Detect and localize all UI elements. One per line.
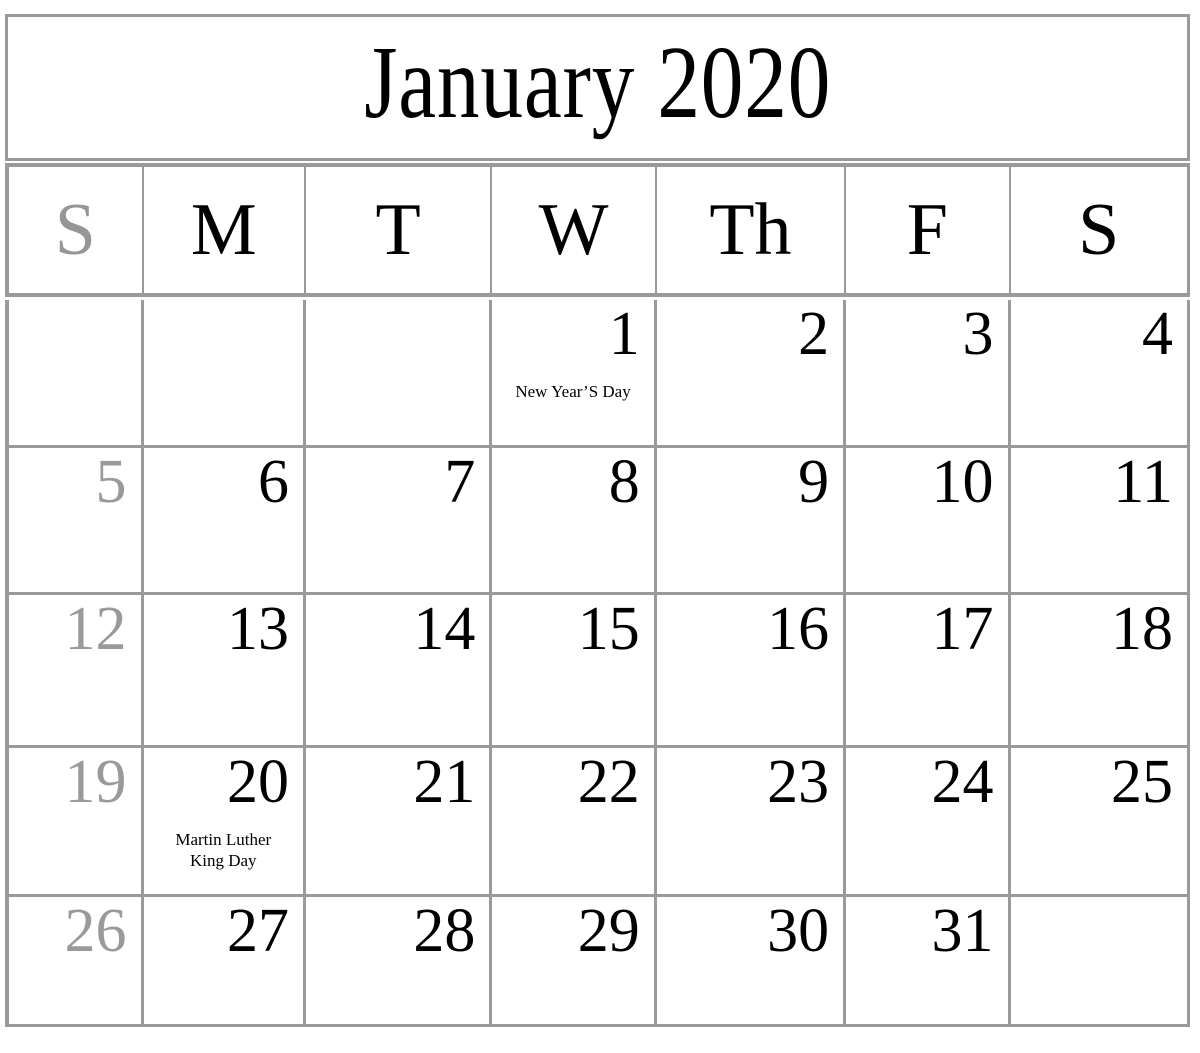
day-number: 17 [931, 595, 994, 663]
day-cell-10[interactable]: 10 [846, 448, 1011, 592]
day-cell-31[interactable]: 31 [846, 897, 1011, 1024]
day-cell-13[interactable]: 13 [143, 595, 306, 745]
day-cell-11[interactable]: 11 [1010, 448, 1187, 592]
weekday-header-friday: F [846, 167, 1011, 293]
day-cell-3[interactable]: 3 [846, 300, 1011, 445]
day-cell-empty [305, 300, 493, 445]
day-cell-21[interactable]: 21 [305, 748, 493, 894]
day-cell-1[interactable]: 1 New Year’S Day [492, 300, 657, 445]
day-cell-14[interactable]: 14 [305, 595, 493, 745]
weekday-header-sunday: S [9, 167, 144, 293]
day-number: 1 [608, 300, 640, 368]
day-cell-26[interactable]: 26 [9, 897, 144, 1024]
day-cell-15[interactable]: 15 [492, 595, 657, 745]
week-row: 1 New Year’S Day 2 3 4 [9, 300, 1187, 448]
day-number: 31 [931, 897, 994, 965]
day-number: 10 [931, 448, 994, 516]
week-row: 12 13 14 15 16 17 18 [9, 595, 1187, 748]
day-number: 4 [1141, 300, 1173, 368]
day-cell-12[interactable]: 12 [9, 595, 144, 745]
day-number: 6 [257, 448, 289, 516]
day-cell-empty [9, 300, 144, 445]
day-cell-29[interactable]: 29 [492, 897, 657, 1024]
page-title: January 2020 [364, 24, 831, 140]
day-cell-27[interactable]: 27 [143, 897, 306, 1024]
weekday-header-row: S M T W Th F S [5, 163, 1190, 297]
weekday-header-thursday: Th [657, 167, 847, 293]
day-number: 11 [1113, 448, 1173, 516]
day-number: 2 [798, 300, 830, 368]
day-number: 9 [798, 448, 830, 516]
day-cell-16[interactable]: 16 [656, 595, 847, 745]
day-number: 23 [767, 748, 830, 816]
day-number: 27 [226, 897, 289, 965]
day-number: 3 [962, 300, 994, 368]
day-number: 29 [577, 897, 640, 965]
weekday-header-saturday: S [1078, 189, 1120, 271]
day-number: 22 [577, 748, 640, 816]
day-number: 8 [608, 448, 640, 516]
day-number: 25 [1110, 748, 1173, 816]
day-number: 15 [577, 595, 640, 663]
day-cell-24[interactable]: 24 [846, 748, 1011, 894]
day-cell-22[interactable]: 22 [492, 748, 657, 894]
day-cell-28[interactable]: 28 [305, 897, 493, 1024]
weekday-header-monday: M [144, 167, 306, 293]
day-cell-4[interactable]: 4 [1010, 300, 1187, 445]
week-row: 19 20 Martin Luther King Day 21 22 23 24 25 [9, 748, 1187, 897]
weekday-header-wednesday: W [492, 167, 657, 293]
day-cell-17[interactable]: 17 [846, 595, 1011, 745]
day-cell-7[interactable]: 7 [305, 448, 493, 592]
day-number: 26 [64, 897, 127, 965]
day-event-label: New Year’S Day [515, 382, 631, 401]
day-number: 7 [444, 448, 476, 516]
week-row: 26 27 28 29 30 31 [9, 897, 1187, 1024]
day-number: 14 [413, 595, 476, 663]
day-number: 20 [226, 748, 289, 816]
day-cell-2[interactable]: 2 [656, 300, 847, 445]
day-cell-20[interactable]: 20 Martin Luther King Day [143, 748, 306, 894]
day-number: 19 [64, 748, 127, 816]
day-number: 5 [95, 448, 127, 516]
day-number: 28 [413, 897, 476, 965]
day-grid: 1 New Year’S Day 2 3 4 5 6 7 8 9 10 11 12 13 14 15 16 17 1… [5, 300, 1190, 1027]
day-number: 13 [226, 595, 289, 663]
day-number: 12 [64, 595, 127, 663]
calendar-title-band: January 2020 [5, 14, 1190, 161]
calendar: January 2020 S M T W Th F S 1 New Year’S Day 2 3 4… [5, 14, 1190, 1027]
weekday-header-tuesday: T [306, 167, 493, 293]
day-number: 24 [931, 748, 994, 816]
day-cell-23[interactable]: 23 [656, 748, 847, 894]
day-cell-empty [1010, 897, 1187, 1024]
day-cell-5[interactable]: 5 [9, 448, 144, 592]
week-row: 5 6 7 8 9 10 11 [9, 448, 1187, 595]
day-cell-8[interactable]: 8 [492, 448, 657, 592]
day-cell-25[interactable]: 25 [1010, 748, 1187, 894]
day-cell-empty [143, 300, 306, 445]
day-cell-30[interactable]: 30 [656, 897, 847, 1024]
day-cell-18[interactable]: 18 [1010, 595, 1187, 745]
day-cell-19[interactable]: 19 [9, 748, 144, 894]
day-number: 16 [767, 595, 830, 663]
day-number: 30 [767, 897, 830, 965]
day-number: 18 [1110, 595, 1173, 663]
day-cell-9[interactable]: 9 [656, 448, 847, 592]
day-cell-6[interactable]: 6 [143, 448, 306, 592]
day-event-label: Martin Luther King Day [175, 830, 272, 870]
day-number: 21 [413, 748, 476, 816]
